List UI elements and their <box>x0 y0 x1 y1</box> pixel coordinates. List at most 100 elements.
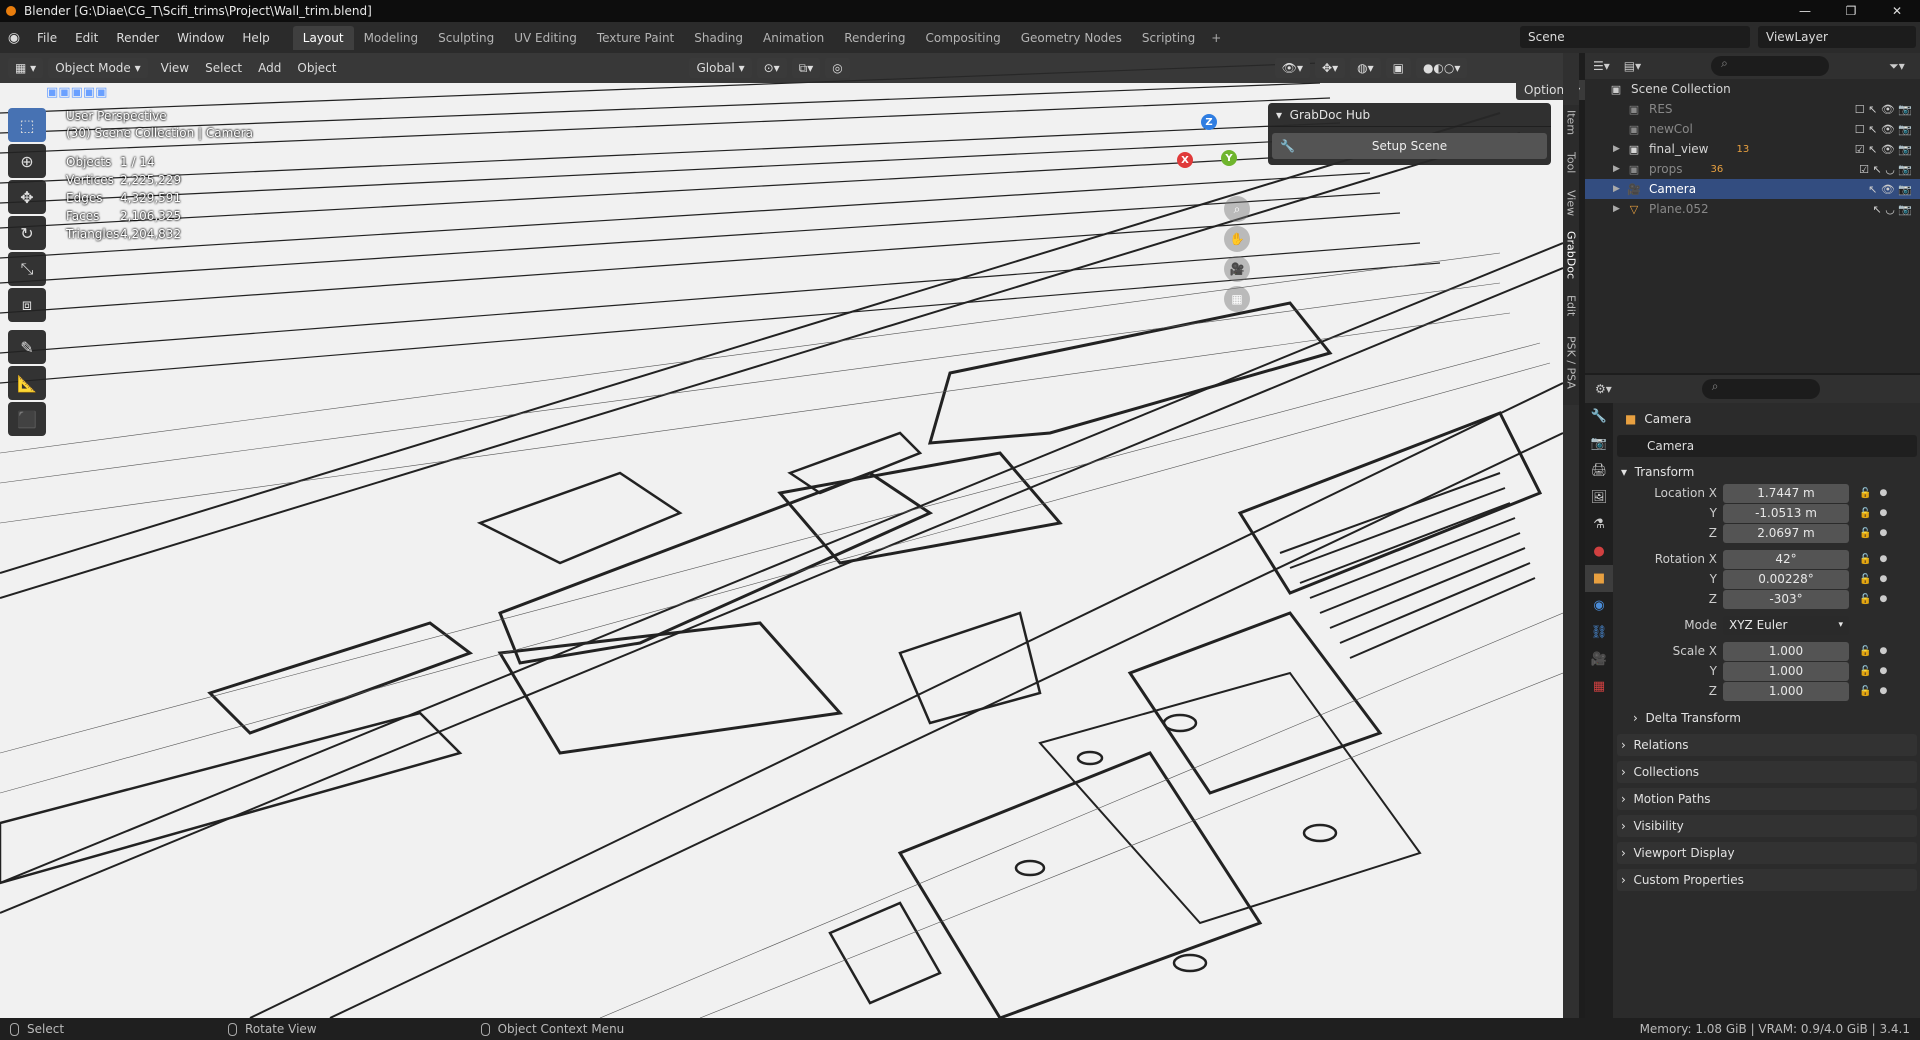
scale-y-field[interactable]: 1.000 <box>1723 661 1849 681</box>
xray-icon[interactable]: ▣ <box>1385 58 1411 78</box>
maximize-button[interactable]: ❐ <box>1828 0 1874 22</box>
tab-sculpting[interactable]: Sculpting <box>428 26 504 50</box>
row-toggles[interactable]: ☑ ↖ 👁 📷 <box>1855 143 1912 156</box>
row-toggles[interactable]: ↖ ◡ 📷 <box>1872 203 1912 216</box>
sidetab-grabdoc[interactable]: GrabDoc <box>1563 225 1579 285</box>
object-data-tab-icon[interactable]: 🎥 <box>1585 646 1613 673</box>
keyframe-dot-icon[interactable]: ● <box>1879 508 1887 518</box>
gizmo-toggle-icon[interactable]: ✥▾ <box>1315 58 1346 78</box>
menu-view[interactable]: View <box>153 61 197 75</box>
navigation-gizmo[interactable]: Z X Y <box>1163 110 1243 190</box>
tab-compositing[interactable]: Compositing <box>915 26 1010 50</box>
minimize-button[interactable]: — <box>1782 0 1828 22</box>
gizmo-x-axis[interactable]: X <box>1177 152 1193 168</box>
visibility-icon[interactable]: 👁▾ <box>1274 58 1311 78</box>
list-item[interactable]: ▶ ▣ final_view 13 ☑ ↖ 👁 📷 <box>1585 139 1920 159</box>
location-y-field[interactable]: -1.0513 m <box>1723 503 1849 523</box>
lock-icon[interactable]: 🔓 <box>1859 666 1871 677</box>
lock-icon[interactable]: 🔓 <box>1859 686 1871 697</box>
grabdoc-header[interactable]: ▾ GrabDoc Hub <box>1268 103 1551 127</box>
sidetab-item[interactable]: Item <box>1563 105 1579 141</box>
outliner-editor-icon[interactable]: ☰▾ <box>1593 59 1610 73</box>
menu-edit[interactable]: Edit <box>66 31 107 45</box>
tab-scripting[interactable]: Scripting <box>1132 26 1205 50</box>
menu-file[interactable]: File <box>28 31 66 45</box>
rotation-x-field[interactable]: 42° <box>1723 549 1849 569</box>
zoom-icon[interactable]: ⌕ <box>1224 196 1250 222</box>
row-toggles[interactable]: ☐ ↖ 👁 📷 <box>1855 103 1912 116</box>
tab-animation[interactable]: Animation <box>753 26 834 50</box>
rotation-mode-dropdown[interactable]: XYZ Euler ▾ <box>1723 615 1849 635</box>
gizmo-y-axis[interactable]: Y <box>1221 150 1237 166</box>
filter-icon[interactable]: ⏷▾ <box>1889 59 1905 74</box>
expand-icon[interactable]: ▶ <box>1613 144 1627 154</box>
texture-tab-icon[interactable]: ▦ <box>1585 673 1613 700</box>
expand-icon[interactable]: ▶ <box>1613 164 1627 174</box>
sidetab-psk-psa[interactable]: PSK / PSA <box>1563 327 1579 397</box>
tab-rendering[interactable]: Rendering <box>834 26 915 50</box>
tab-modeling[interactable]: Modeling <box>354 26 429 50</box>
render-tab-icon[interactable]: 📷 <box>1585 430 1613 457</box>
object-name-field[interactable]: Camera <box>1617 435 1917 457</box>
overlay-toggle-icon[interactable]: ◍▾ <box>1350 58 1381 78</box>
close-button[interactable]: ✕ <box>1874 0 1920 22</box>
collections-panel-header[interactable]: › Collections <box>1617 761 1917 783</box>
properties-search-input[interactable]: ⌕ <box>1701 379 1820 399</box>
row-toggles[interactable]: ↖ 👁 📷 <box>1868 183 1912 196</box>
pan-hand-icon[interactable]: ✋ <box>1224 226 1250 252</box>
tab-texture-paint[interactable]: Texture Paint <box>587 26 684 50</box>
add-cube-tool-icon[interactable]: ⬛ <box>8 402 46 436</box>
scene-tab-icon[interactable]: ⚗ <box>1585 511 1613 538</box>
lock-icon[interactable]: 🔓 <box>1859 554 1871 565</box>
row-toggles[interactable]: ☑ ↖ ◡ 📷 <box>1859 163 1912 176</box>
keyframe-dot-icon[interactable]: ● <box>1879 554 1887 564</box>
menu-add[interactable]: Add <box>250 61 289 75</box>
transform-tool-icon[interactable]: ⧈ <box>8 288 46 322</box>
lock-icon[interactable]: 🔓 <box>1859 508 1871 519</box>
move-tool-icon[interactable]: ✥ <box>8 180 46 214</box>
viewlayer-selector[interactable]: ViewLayer <box>1758 26 1916 48</box>
motion-paths-panel-header[interactable]: › Motion Paths <box>1617 788 1917 810</box>
measure-tool-icon[interactable]: 📐 <box>8 366 46 400</box>
keyframe-dot-icon[interactable]: ● <box>1879 646 1887 656</box>
add-workspace-button[interactable]: + <box>1205 26 1227 50</box>
lock-icon[interactable]: 🔓 <box>1859 646 1871 657</box>
tab-shading[interactable]: Shading <box>684 26 753 50</box>
properties-editor-icon[interactable]: ⚙▾ <box>1595 382 1612 396</box>
sidetab-view[interactable]: View <box>1563 185 1579 221</box>
list-item[interactable]: ▣ newCol ☐ ↖ 👁 📷 <box>1585 119 1920 139</box>
lock-icon[interactable]: 🔓 <box>1859 594 1871 605</box>
ortho-grid-icon[interactable]: ▦ <box>1224 286 1250 312</box>
rotate-tool-icon[interactable]: ↻ <box>8 216 46 250</box>
rotation-z-field[interactable]: -303° <box>1723 589 1849 609</box>
select-box-mode-icon[interactable]: ▣▣▣▣▣ <box>46 85 107 100</box>
menu-help[interactable]: Help <box>233 31 278 45</box>
editor-type-button[interactable]: ▦ ▾ <box>8 58 44 78</box>
menu-render[interactable]: Render <box>107 31 168 45</box>
world-tab-icon[interactable]: ● <box>1585 538 1613 565</box>
shading-solid-icon[interactable]: ●◐○▾ <box>1415 58 1468 78</box>
transform-panel-header[interactable]: ▾ Transform <box>1617 461 1917 483</box>
tab-layout[interactable]: Layout <box>292 25 354 50</box>
sidetab-edit[interactable]: Edit <box>1563 291 1579 321</box>
keyframe-dot-icon[interactable]: ● <box>1879 666 1887 676</box>
location-x-field[interactable]: 1.7447 m <box>1723 483 1849 503</box>
tab-uv-editing[interactable]: UV Editing <box>504 26 587 50</box>
row-toggles[interactable]: ☐ ↖ 👁 📷 <box>1855 123 1912 136</box>
gizmo-z-axis[interactable]: Z <box>1201 114 1217 130</box>
keyframe-dot-icon[interactable]: ● <box>1879 528 1887 538</box>
custom-properties-panel-header[interactable]: › Custom Properties <box>1617 869 1917 891</box>
pivot-icon[interactable]: ⊙▾ <box>756 58 787 78</box>
lock-icon[interactable]: 🔓 <box>1859 574 1871 585</box>
scale-x-field[interactable]: 1.000 <box>1723 641 1849 661</box>
constraints-tab-icon[interactable]: ⛓ <box>1585 619 1613 646</box>
proportional-edit-icon[interactable]: ◎ <box>825 58 850 78</box>
location-z-field[interactable]: 2.0697 m <box>1723 523 1849 543</box>
setup-scene-button[interactable]: 🔧 Setup Scene <box>1272 133 1547 159</box>
visibility-panel-header[interactable]: › Visibility <box>1617 815 1917 837</box>
annotate-tool-icon[interactable]: ✎ <box>8 330 46 364</box>
output-tab-icon[interactable]: 🖨 <box>1585 457 1613 484</box>
display-mode-icon[interactable]: ▤▾ <box>1624 59 1641 73</box>
physics-tab-icon[interactable]: ◉ <box>1585 592 1613 619</box>
tab-geometry-nodes[interactable]: Geometry Nodes <box>1011 26 1132 50</box>
